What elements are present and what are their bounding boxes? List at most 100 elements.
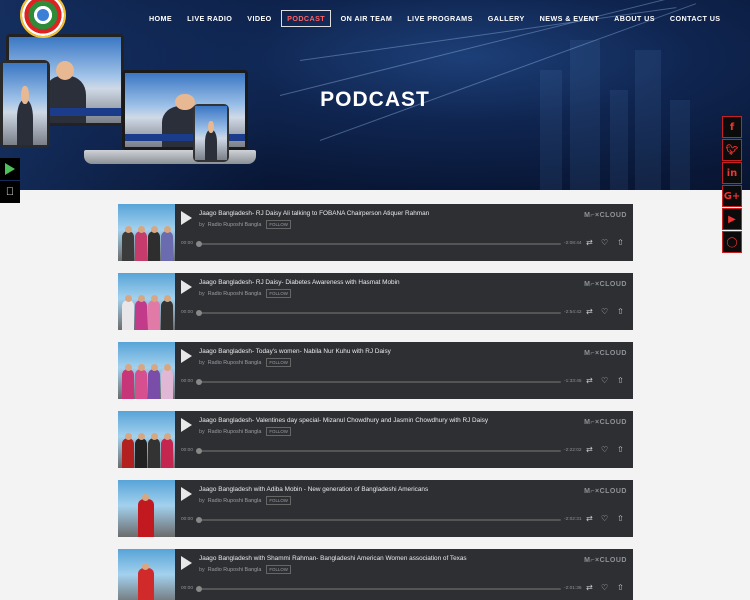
progress-bar[interactable] <box>196 448 561 454</box>
google-play-badge[interactable] <box>0 158 20 180</box>
heart-icon[interactable]: ♡ <box>601 583 608 592</box>
follow-button[interactable]: FOLLOW <box>266 427 291 436</box>
podcast-title[interactable]: Jaago Bangladesh- RJ Daisy- Diabetes Awa… <box>199 279 400 286</box>
repeat-icon[interactable]: ⇄ <box>586 514 593 523</box>
heart-icon[interactable]: ♡ <box>601 238 608 247</box>
play-icon[interactable] <box>181 211 192 225</box>
nav-home[interactable]: HOME <box>141 11 179 26</box>
repeat-icon[interactable]: ⇄ <box>586 376 593 385</box>
progress-knob[interactable] <box>196 586 202 592</box>
app-store-badge[interactable]:  <box>0 181 20 203</box>
podcast-thumbnail[interactable] <box>118 204 175 261</box>
share-icon[interactable]: ⇧ <box>617 376 624 385</box>
podcast-thumbnail[interactable] <box>118 273 175 330</box>
podcast-author[interactable]: Radio Ruposhi Bangla <box>208 567 262 573</box>
podcast-byline: by Radio Ruposhi Bangla FOLLOW <box>199 427 291 436</box>
mixcloud-logo[interactable]: M⌐×CLOUD <box>584 212 627 219</box>
follow-button[interactable]: FOLLOW <box>266 358 291 367</box>
byline-by: by <box>199 290 205 297</box>
repeat-icon[interactable]: ⇄ <box>586 445 593 454</box>
follow-button[interactable]: FOLLOW <box>266 220 291 229</box>
repeat-icon[interactable]: ⇄ <box>586 583 593 592</box>
podcast-byline: by Radio Ruposhi Bangla FOLLOW <box>199 565 291 574</box>
podcast-title[interactable]: Jaago Bangladesh- RJ Daisy Ali talking t… <box>199 210 429 217</box>
thumbnail-head <box>142 563 149 570</box>
nav-gallery[interactable]: GALLERY <box>480 11 532 26</box>
follow-button[interactable]: FOLLOW <box>266 496 291 505</box>
podcast-thumbnail[interactable] <box>118 342 175 399</box>
follow-button[interactable]: FOLLOW <box>266 565 291 574</box>
nav-live-radio[interactable]: LIVE RADIO <box>180 11 240 26</box>
thumbnail-head <box>163 364 171 371</box>
play-icon[interactable] <box>181 349 192 363</box>
thumbnail-head <box>124 295 132 302</box>
thumbnail-head <box>137 364 145 371</box>
podcast-title[interactable]: Jaago Bangladesh- Valentines day special… <box>199 417 488 424</box>
main-nav: HOME LIVE RADIO VIDEO PODCAST ON AIR TEA… <box>141 10 728 27</box>
progress-bar[interactable] <box>196 379 561 385</box>
repeat-icon[interactable]: ⇄ <box>586 238 593 247</box>
google-plus-icon[interactable]: G+ <box>722 185 742 207</box>
podcast-author[interactable]: Radio Ruposhi Bangla <box>208 360 262 366</box>
elapsed-time: 00:00 <box>181 586 194 591</box>
nav-video[interactable]: VIDEO <box>240 11 279 26</box>
podcast-thumbnail[interactable] <box>118 480 175 537</box>
heart-icon[interactable]: ♡ <box>601 376 608 385</box>
progress-bar[interactable] <box>196 241 561 247</box>
follow-button[interactable]: FOLLOW <box>266 289 291 298</box>
elapsed-time: 00:00 <box>181 310 194 315</box>
share-icon[interactable]: ⇧ <box>617 583 624 592</box>
play-icon[interactable] <box>181 418 192 432</box>
nav-podcast[interactable]: PODCAST <box>281 10 332 27</box>
play-icon[interactable] <box>181 556 192 570</box>
thumbnail-head <box>150 364 158 371</box>
podcast-title[interactable]: Jaago Bangladesh- Today's women- Nabila … <box>199 348 391 355</box>
progress-bar[interactable] <box>196 517 561 523</box>
podcast-author[interactable]: Radio Ruposhi Bangla <box>208 429 262 435</box>
youtube-icon[interactable]: ▶ <box>722 208 742 230</box>
share-icon[interactable]: ⇧ <box>617 514 624 523</box>
facebook-icon[interactable]: f <box>722 116 742 138</box>
twitter-icon[interactable]: 🐦︎ <box>722 139 742 161</box>
progress-bar[interactable] <box>196 586 561 592</box>
progress-knob[interactable] <box>196 241 202 247</box>
podcast-author[interactable]: Radio Ruposhi Bangla <box>208 222 262 228</box>
mixcloud-logo[interactable]: M⌐×CLOUD <box>584 281 627 288</box>
mixcloud-logo[interactable]: M⌐×CLOUD <box>584 350 627 357</box>
nav-live-programs[interactable]: LIVE PROGRAMS <box>400 11 481 26</box>
mixcloud-logo[interactable]: M⌐×CLOUD <box>584 419 627 426</box>
progress-knob[interactable] <box>196 379 202 385</box>
thumbnail-head <box>137 226 145 233</box>
share-icon[interactable]: ⇧ <box>617 238 624 247</box>
hero-banner: HOME LIVE RADIO VIDEO PODCAST ON AIR TEA… <box>0 0 750 190</box>
podcast-thumbnail[interactable] <box>118 411 175 468</box>
podcast-author[interactable]: Radio Ruposhi Bangla <box>208 291 262 297</box>
progress-knob[interactable] <box>196 517 202 523</box>
heart-icon[interactable]: ♡ <box>601 307 608 316</box>
repeat-icon[interactable]: ⇄ <box>586 307 593 316</box>
progress-bar[interactable] <box>196 310 561 316</box>
linkedin-icon[interactable]: in <box>722 162 742 184</box>
instagram-icon[interactable]: ◯ <box>722 231 742 253</box>
play-icon[interactable] <box>181 280 192 294</box>
nav-about-us[interactable]: ABOUT US <box>607 11 663 26</box>
byline-by: by <box>199 428 205 435</box>
page-title: PODCAST <box>320 88 430 111</box>
nav-contact-us[interactable]: CONTACT US <box>662 11 728 26</box>
podcast-title[interactable]: Jaago Bangladesh with Adiba Mobin - New … <box>199 486 428 493</box>
podcast-title[interactable]: Jaago Bangladesh with Shammi Rahman- Ban… <box>199 555 467 562</box>
heart-icon[interactable]: ♡ <box>601 445 608 454</box>
share-icon[interactable]: ⇧ <box>617 445 624 454</box>
thumbnail-person <box>148 438 160 468</box>
heart-icon[interactable]: ♡ <box>601 514 608 523</box>
share-icon[interactable]: ⇧ <box>617 307 624 316</box>
mixcloud-logo[interactable]: M⌐×CLOUD <box>584 488 627 495</box>
mixcloud-logo[interactable]: M⌐×CLOUD <box>584 557 627 564</box>
play-icon[interactable] <box>181 487 192 501</box>
nav-on-air-team[interactable]: ON AIR TEAM <box>333 11 400 26</box>
progress-knob[interactable] <box>196 310 202 316</box>
podcast-author[interactable]: Radio Ruposhi Bangla <box>208 498 262 504</box>
podcast-thumbnail[interactable] <box>118 549 175 600</box>
nav-news-event[interactable]: NEWS & EVENT <box>532 11 607 26</box>
progress-knob[interactable] <box>196 448 202 454</box>
